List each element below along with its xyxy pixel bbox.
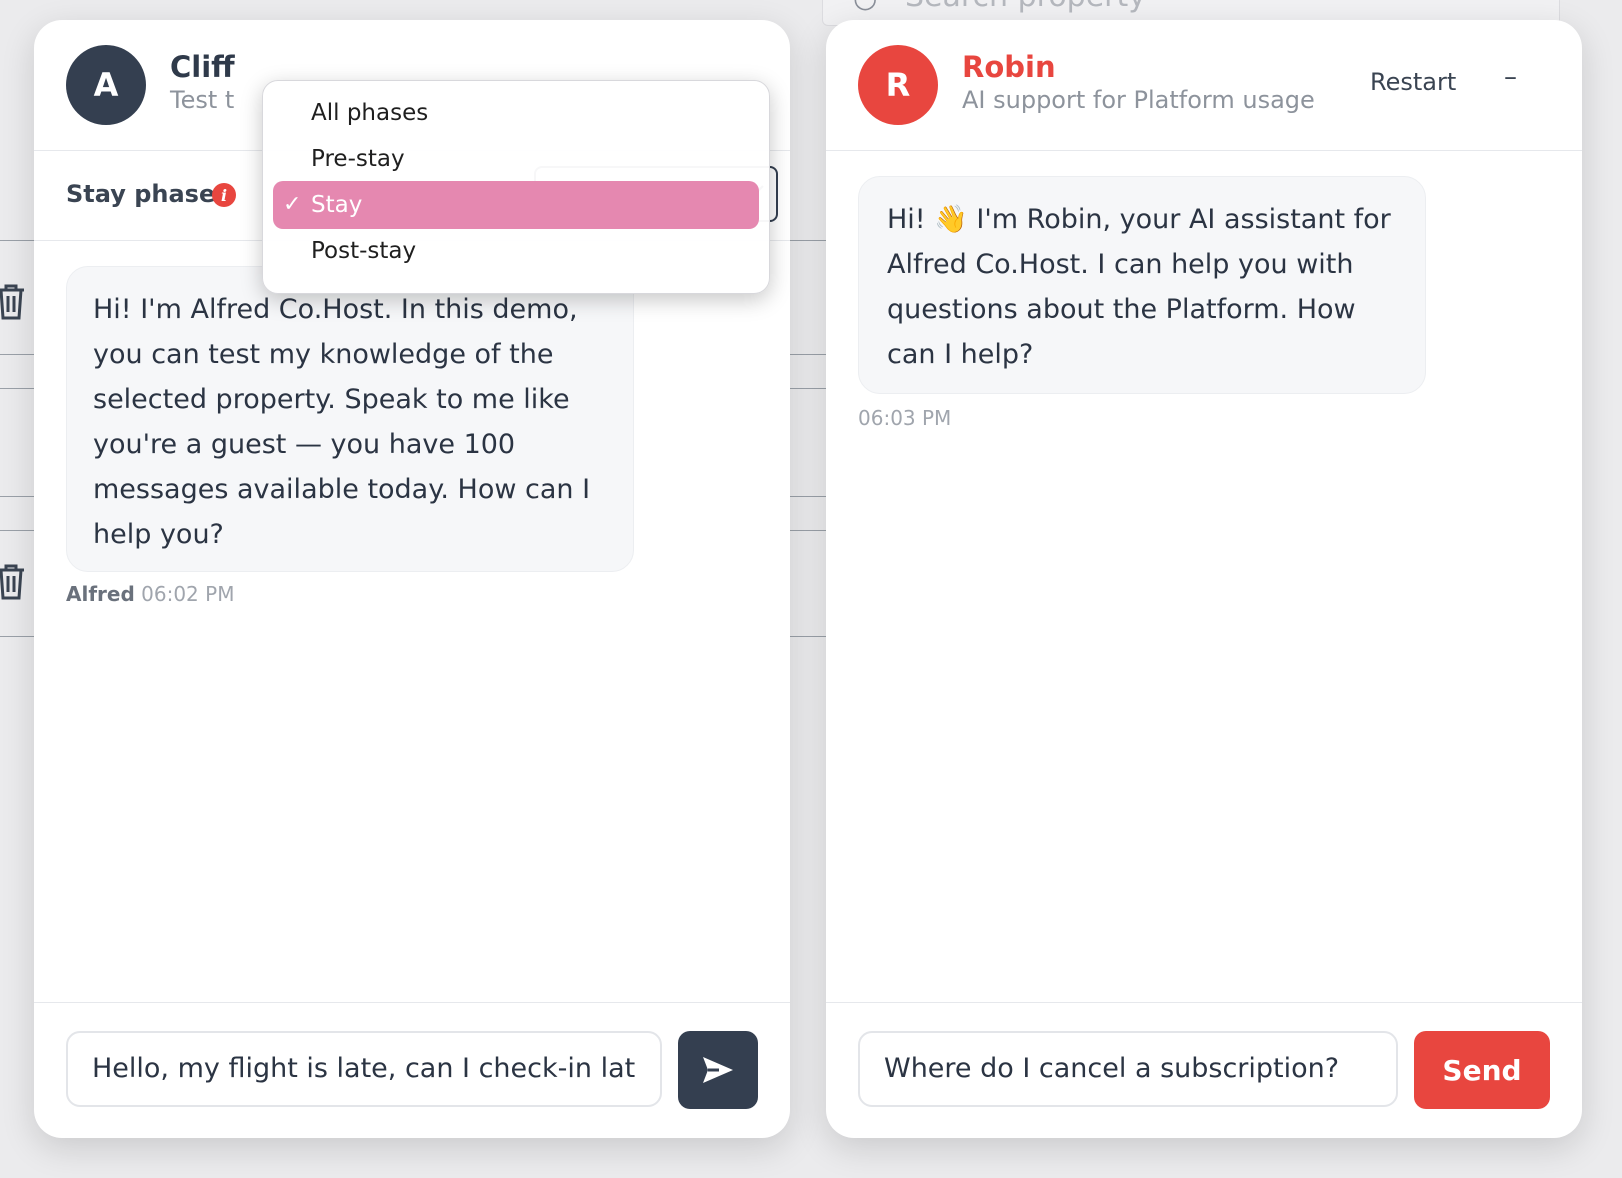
send-button[interactable]: Send (1414, 1031, 1550, 1109)
chat-subtitle: Test t (170, 86, 235, 114)
background-divider (790, 636, 826, 637)
background-divider (790, 354, 826, 355)
dropdown-option-label: Stay (311, 192, 363, 218)
property-title: Cliff (170, 50, 235, 84)
alfred-chat-panel: A Cliff Test t Stay phase i Hi! I'm Alfr… (34, 20, 790, 1138)
avatar: R (858, 45, 938, 125)
checkmark-icon: ✓ (283, 192, 302, 217)
paper-plane-icon (703, 1057, 733, 1083)
chat-subtitle: AI support for Platform usage (962, 86, 1315, 114)
chat-footer: Where do I cancel a subscription? Send (826, 1002, 1582, 1138)
dropdown-option-stay[interactable]: ✓ Stay (273, 181, 759, 229)
message-time: 06:03 PM (858, 406, 952, 430)
message-meta: Alfred 06:02 PM (66, 582, 234, 606)
background-divider (0, 530, 34, 531)
background-divider (790, 530, 826, 531)
background-divider (0, 636, 34, 637)
search-icon: ○ (853, 0, 877, 14)
dropdown-option-label: All phases (311, 100, 429, 126)
info-icon[interactable]: i (212, 183, 236, 207)
assistant-name: Robin (962, 50, 1056, 84)
stay-phase-label: Stay phase (66, 180, 216, 208)
search-placeholder: Search property (905, 0, 1146, 14)
trash-icon[interactable] (0, 282, 28, 322)
chat-footer: Hello, my flight is late, can I check-in… (34, 1002, 790, 1138)
dropdown-option-label: Pre-stay (311, 146, 405, 172)
message-time: 06:02 PM (141, 582, 235, 606)
background-divider (0, 496, 34, 497)
message-input[interactable]: Hello, my flight is late, can I check-in… (66, 1031, 662, 1107)
dropdown-option-post-stay[interactable]: Post-stay (273, 227, 759, 275)
background-divider (790, 388, 826, 389)
minimize-button[interactable]: – (1504, 62, 1517, 92)
assistant-message-bubble: Hi! I'm Alfred Co.Host. In this demo, yo… (66, 266, 634, 572)
message-input[interactable]: Where do I cancel a subscription? (858, 1031, 1398, 1107)
trash-icon[interactable] (0, 562, 28, 602)
message-sender: Alfred (66, 582, 135, 606)
send-button[interactable] (678, 1031, 758, 1109)
background-divider (0, 354, 34, 355)
restart-button[interactable]: Restart (1370, 68, 1456, 96)
background-divider (790, 496, 826, 497)
background-divider (0, 240, 34, 241)
dropdown-option-label: Post-stay (311, 238, 417, 264)
dropdown-option-all-phases[interactable]: All phases (273, 89, 759, 137)
assistant-message-bubble: Hi! 👋 I'm Robin, your AI assistant for A… (858, 176, 1426, 394)
robin-chat-panel: R Robin AI support for Platform usage Re… (826, 20, 1582, 1138)
background-divider (0, 388, 34, 389)
background-divider (790, 240, 826, 241)
avatar: A (66, 45, 146, 125)
stay-phase-dropdown: All phases Pre-stay ✓ Stay Post-stay (262, 80, 770, 294)
chat-header: R Robin AI support for Platform usage Re… (826, 20, 1582, 151)
dropdown-option-pre-stay[interactable]: Pre-stay (273, 135, 759, 183)
